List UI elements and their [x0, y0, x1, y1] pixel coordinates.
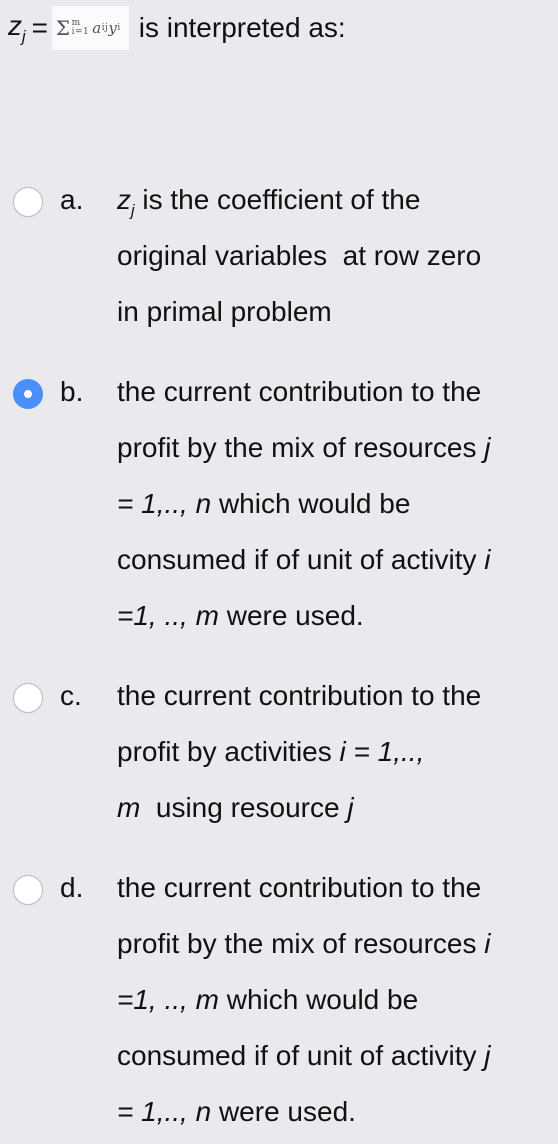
option-line-text: profit by the mix of resources: [117, 432, 485, 463]
option-c-text: the current contribution to the profit b…: [117, 668, 557, 836]
option-line-text: in primal problem: [117, 296, 332, 327]
option-a-radio[interactable]: [13, 187, 43, 217]
option-line-math: =1, .., m: [117, 984, 219, 1015]
option-line-math: j: [484, 1040, 491, 1071]
option-line-text: consumed if of unit of activity: [117, 544, 485, 575]
option-line-text: which would be: [218, 984, 419, 1015]
option-b-text: the current contribution to the profit b…: [117, 364, 557, 644]
option-line: the current contribution to the: [117, 860, 557, 916]
option-line-math: j: [347, 792, 354, 823]
question-lhs: zj: [8, 10, 26, 47]
lhs-subscript: j: [22, 28, 26, 46]
option-line-text: the current contribution to the: [117, 680, 482, 711]
equals-sign: =: [31, 12, 48, 43]
option-line-text: were used.: [218, 600, 364, 631]
option-d-radio[interactable]: [13, 875, 43, 905]
option-line-math: = 1,.., n: [117, 1096, 212, 1127]
sum-lower-limit: i=1: [71, 27, 90, 37]
option-line-text: is the coefficient of the: [134, 184, 421, 215]
option-line-math: i: [484, 928, 491, 959]
option-b-letter: b.: [60, 376, 84, 407]
option-line-text: profit by the mix of resources: [117, 928, 485, 959]
summation-formula-image: Σ m i=1 a ij yi: [51, 6, 129, 50]
option-c-letter: c.: [60, 680, 82, 711]
option-line-text: the current contribution to the: [117, 872, 482, 903]
option-line-text: consumed if of unit of activity: [117, 1040, 485, 1071]
quiz-question-page: zj = Σ m i=1 a ij yi is interpreted as: a…: [0, 0, 558, 1144]
lhs-variable: z: [8, 9, 22, 41]
option-line-text: using resource: [140, 792, 348, 823]
option-a-letter: a.: [60, 184, 84, 215]
option-line-math: =1, .., m: [117, 600, 219, 631]
option-line-math: i: [484, 544, 491, 575]
option-line: zj is the coefficient of the: [117, 172, 557, 228]
option-line-text: original variables at row zero: [117, 240, 482, 271]
option-line: the current contribution to the: [117, 668, 557, 724]
option-line: profit by the mix of resources j: [117, 420, 557, 476]
option-c-radio[interactable]: [13, 683, 43, 713]
option-line-text: which would be: [211, 488, 411, 519]
option-line: =1, .., m were used.: [117, 588, 557, 644]
option-line-text: the current contribution to the: [117, 376, 482, 407]
option-line: profit by activities i = 1,..,: [117, 724, 557, 780]
question-text: is interpreted as:: [138, 12, 346, 43]
option-line: original variables at row zero: [117, 228, 557, 284]
option-line: =1, .., m which would be: [117, 972, 557, 1028]
option-line: consumed if of unit of activity j: [117, 1028, 557, 1084]
option-line-math: m: [117, 792, 141, 823]
option-line-text: were used.: [211, 1096, 356, 1127]
option-line: = 1,.., n which would be: [117, 476, 557, 532]
option-line: the current contribution to the: [117, 364, 557, 420]
option-line: consumed if of unit of activity i: [117, 532, 557, 588]
option-line: = 1,.., n were used.: [117, 1084, 557, 1140]
formula-y-subscript: i: [117, 23, 121, 33]
option-line-text: profit by activities: [117, 736, 340, 767]
option-line-math: i = 1,..,: [339, 736, 425, 767]
sigma-symbol: Σ: [55, 16, 71, 40]
option-a-variable: z: [117, 184, 131, 215]
option-line: profit by the mix of resources i: [117, 916, 557, 972]
option-d-letter: d.: [60, 872, 84, 903]
option-line-math: = 1,.., n: [117, 488, 212, 519]
option-b-radio[interactable]: [13, 379, 43, 409]
option-d-text: the current contribution to the profit b…: [117, 860, 557, 1140]
formula-a: a: [92, 19, 102, 37]
formula-y: y: [108, 19, 118, 37]
option-line: in primal problem: [117, 284, 557, 340]
option-a-text: zj is the coefficient of the original va…: [117, 172, 557, 340]
sum-limits: m i=1: [72, 19, 90, 37]
option-line-math: j: [484, 432, 491, 463]
option-line: m using resource j: [117, 780, 557, 836]
question-prompt: zj = Σ m i=1 a ij yi is interpreted as:: [8, 6, 346, 50]
